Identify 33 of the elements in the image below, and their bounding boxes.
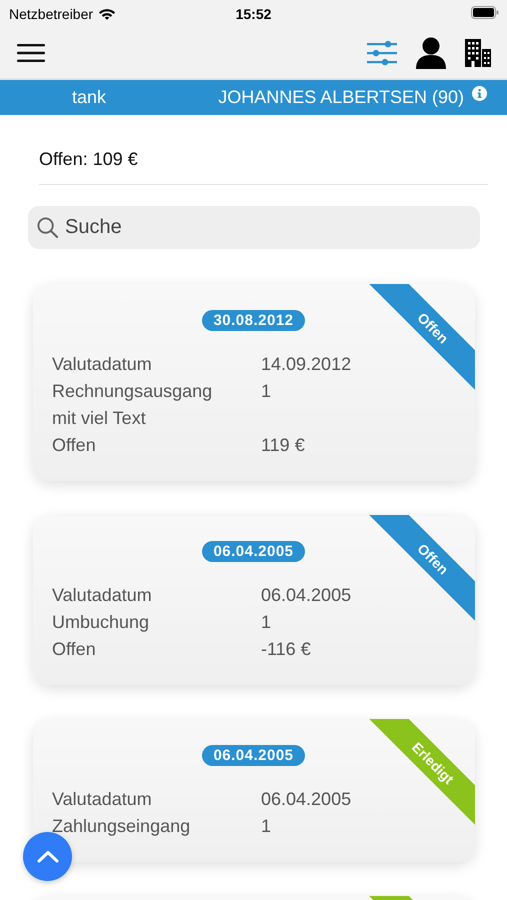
field-value: 119 €: [261, 434, 306, 457]
field-value: 1: [261, 611, 272, 634]
customer-name: JOHANNES ALBERTSEN (90): [218, 87, 464, 108]
date-badge: 30.08.2012: [202, 310, 305, 331]
menu-icon[interactable]: [17, 44, 45, 62]
building-icon[interactable]: [465, 39, 491, 67]
field-label: Valutadatum: [52, 353, 153, 376]
battery-icon: [471, 6, 499, 19]
date-badge: 06.04.2005: [202, 745, 305, 766]
field-label: Valutadatum: [52, 788, 153, 811]
carrier-name: Netzbetreiber: [9, 6, 94, 22]
field-value: -116 €: [261, 638, 312, 661]
field-label: Umbuchung: [52, 611, 150, 634]
field-value: 06.04.2005: [261, 788, 352, 811]
clock-time: 15:52: [234, 6, 272, 22]
field-label: Valutadatum: [52, 584, 153, 607]
field-value: 06.04.2005: [261, 584, 352, 607]
person-icon[interactable]: [416, 37, 446, 69]
context-label: tank: [70, 87, 108, 108]
search-field[interactable]: Suche: [28, 206, 480, 249]
field-label: Offen: [52, 434, 97, 457]
date-badge: 06.04.2005: [202, 541, 305, 562]
field-label: Rechnungsausgang mit viel Text: [52, 380, 214, 430]
wifi-icon: [98, 8, 116, 20]
filter-sliders-icon[interactable]: [367, 40, 397, 66]
field-label: Zahlungseingang: [52, 815, 192, 838]
open-balance: Offen: 109 €: [39, 149, 138, 169]
chevron-up-icon: [36, 850, 58, 863]
field-value: 14.09.2012: [261, 353, 352, 376]
field-value: 1: [261, 815, 272, 838]
field-value: 1: [261, 380, 272, 403]
field-label: Offen: [52, 638, 97, 661]
info-icon[interactable]: [472, 86, 487, 101]
